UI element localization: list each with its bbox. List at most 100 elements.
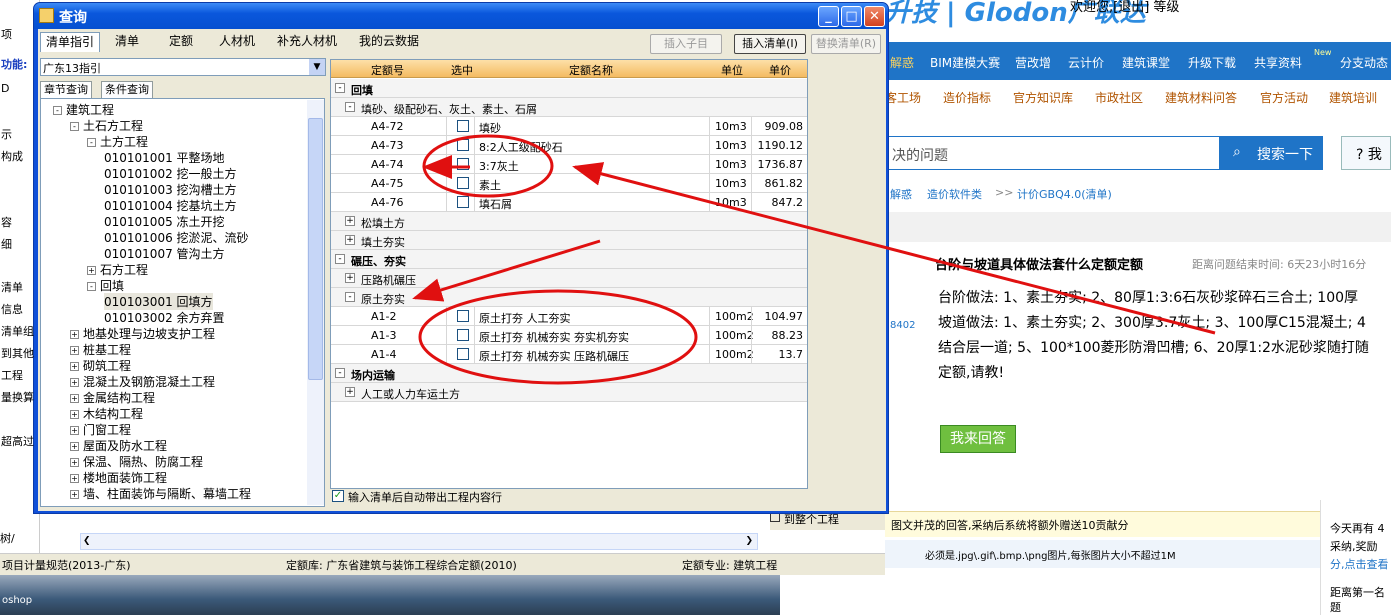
grid-row[interactable]: + 压路机碾压 xyxy=(331,269,807,288)
maximize-button[interactable]: □ xyxy=(841,6,862,27)
tree-node[interactable]: 010101004 挖基坑土方 xyxy=(104,197,237,214)
minimize-button[interactable]: _ xyxy=(818,6,839,27)
expand-icon[interactable]: + xyxy=(345,235,355,245)
grid-row[interactable]: + 松填土方 xyxy=(331,212,807,231)
tree-node[interactable]: + 砌筑工程 xyxy=(70,357,131,374)
grid-row[interactable]: - 碾压、夯实 xyxy=(331,250,807,269)
grid-row[interactable]: A4-72 填砂 10m3 909.08 xyxy=(331,117,807,136)
search-button[interactable]: ⌕ 搜索一下 xyxy=(1219,136,1323,170)
select-checkbox[interactable] xyxy=(457,177,469,189)
collapse-icon[interactable]: - xyxy=(335,368,345,378)
select-checkbox[interactable] xyxy=(457,196,469,208)
subnav-item[interactable]: 官方活动 xyxy=(1260,89,1308,106)
insert-child-button[interactable]: 插入子目 xyxy=(650,34,722,54)
grid-row[interactable]: A4-75 素土 10m3 861.82 xyxy=(331,174,807,193)
grid-row[interactable]: A1-3 原土打夯 机械夯实 夯实机夯实 100m2 88.23 xyxy=(331,326,807,345)
tab-list-guide[interactable]: 清单指引 xyxy=(40,32,101,52)
subnav-item[interactable]: 市政社区 xyxy=(1095,89,1143,106)
select-checkbox[interactable] xyxy=(457,348,469,360)
grid-row[interactable]: A4-73 8:2人工级配砂石 10m3 1190.12 xyxy=(331,136,807,155)
collapse-icon[interactable]: - xyxy=(345,292,355,302)
expand-icon[interactable]: + xyxy=(70,394,79,403)
tree-node[interactable]: + 金属结构工程 xyxy=(70,389,155,406)
select-checkbox[interactable] xyxy=(457,310,469,322)
grid-row[interactable]: - 场内运输 xyxy=(331,364,807,383)
tab-quota[interactable]: 定额 xyxy=(164,32,198,52)
collapse-icon[interactable]: - xyxy=(87,282,96,291)
tree-tab-label[interactable]: 树/ xyxy=(0,530,15,546)
tree-node[interactable]: - 回填 xyxy=(87,277,124,294)
tree-node[interactable]: + 保温、隔热、防腐工程 xyxy=(70,453,203,470)
grid-row[interactable]: A4-74 3:7灰土 10m3 1736.87 xyxy=(331,155,807,174)
tree-node[interactable]: + 屋面及防水工程 xyxy=(70,437,167,454)
guide-select[interactable]: 广东13指引 ▼ xyxy=(40,58,326,76)
tree-node[interactable]: 010103002 余方弃置 xyxy=(104,309,225,326)
nav-item[interactable]: 升级下载 xyxy=(1188,54,1236,71)
close-button[interactable]: ✕ xyxy=(864,6,885,27)
tree-node[interactable]: - 土方工程 xyxy=(87,133,148,150)
expand-icon[interactable]: + xyxy=(70,330,79,339)
grid-row[interactable]: - 原土夯实 xyxy=(331,288,807,307)
ask-button[interactable]: ? 我 xyxy=(1341,136,1391,170)
nav-item[interactable]: 解惑 xyxy=(890,54,914,71)
breadcrumb-item[interactable]: 解惑 xyxy=(890,186,912,202)
expand-icon[interactable]: + xyxy=(70,378,79,387)
tree-node[interactable]: 010101003 挖沟槽土方 xyxy=(104,181,237,198)
tree-node[interactable]: 010101006 挖淤泥、流砂 xyxy=(104,229,249,246)
tree-node[interactable]: + 门窗工程 xyxy=(70,421,131,438)
expand-icon[interactable]: + xyxy=(345,273,355,283)
expand-icon[interactable]: + xyxy=(70,442,79,451)
grid-row[interactable]: A4-76 填石屑 10m3 847.2 xyxy=(331,193,807,212)
dialog-title-bar[interactable]: 查询 _ □ ✕ xyxy=(34,3,888,29)
tree-node[interactable]: + 石方工程 xyxy=(87,261,148,278)
collapse-icon[interactable]: - xyxy=(87,138,96,147)
collapse-icon[interactable]: - xyxy=(345,102,355,112)
tab-supplementary[interactable]: 补充人材机 xyxy=(272,32,342,52)
expand-icon[interactable]: + xyxy=(70,458,79,467)
tab-list[interactable]: 清单 xyxy=(110,32,144,52)
tree-node[interactable]: + 木结构工程 xyxy=(70,405,143,422)
tree-scrollbar[interactable] xyxy=(307,100,324,505)
tree-node[interactable]: + 墙、柱面装饰与隔断、幕墙工程 xyxy=(70,485,251,502)
expand-icon[interactable]: + xyxy=(70,362,79,371)
expand-icon[interactable]: + xyxy=(87,266,96,275)
tree-node[interactable]: - 土石方工程 xyxy=(70,117,143,134)
nav-item[interactable]: 分支动态 xyxy=(1340,54,1388,71)
select-checkbox[interactable] xyxy=(457,158,469,170)
tree-node[interactable]: 010101002 挖一般土方 xyxy=(104,165,237,182)
subnav-item[interactable]: 造价指标 xyxy=(943,89,991,106)
nav-item[interactable]: 营改增 xyxy=(1015,54,1051,71)
grid-row[interactable]: A1-4 原土打夯 机械夯实 压路机碾压 100m2 13.7 xyxy=(331,345,807,364)
tree-node[interactable]: 010101001 平整场地 xyxy=(104,149,225,166)
tab-cloud-data[interactable]: 我的云数据 xyxy=(354,32,424,52)
insert-list-button[interactable]: 插入清单(I) xyxy=(734,34,806,54)
subnav-item[interactable]: 建筑培训 xyxy=(1329,89,1377,106)
search-input[interactable]: 决的问题 xyxy=(885,136,1219,170)
tree-node[interactable]: 010101007 管沟土方 xyxy=(104,245,225,262)
expand-icon[interactable]: + xyxy=(70,474,79,483)
tab-chapter-query[interactable]: 章节查询 xyxy=(40,81,92,98)
select-checkbox[interactable] xyxy=(457,120,469,132)
chevron-down-icon[interactable]: ▼ xyxy=(309,59,325,75)
background-horizontal-scrollbar[interactable]: ❮ ❯ xyxy=(80,533,758,550)
expand-icon[interactable]: + xyxy=(70,346,79,355)
auto-content-option[interactable]: ✓ 输入清单后自动带出工程内容行 xyxy=(332,489,502,505)
tree-node[interactable]: + 楼地面装饰工程 xyxy=(70,469,167,486)
tab-condition-query[interactable]: 条件查询 xyxy=(101,81,153,98)
tree-node[interactable]: 010103001 回填方 xyxy=(104,293,213,310)
tree-node[interactable]: + 地基处理与边坡支护工程 xyxy=(70,325,215,342)
grid-row[interactable]: - 回填 xyxy=(331,79,807,98)
nav-item[interactable]: 云计价 xyxy=(1068,54,1104,71)
subnav-item[interactable]: 官方知识库 xyxy=(1013,89,1073,106)
grid-row[interactable]: A1-2 原土打夯 人工夯实 100m2 104.97 xyxy=(331,307,807,326)
collapse-icon[interactable]: - xyxy=(53,106,62,115)
nav-item[interactable]: 共享资料 xyxy=(1254,54,1302,71)
answer-button[interactable]: 我来回答 xyxy=(940,425,1016,453)
grid-row[interactable]: - 填砂、级配砂石、灰土、素土、石屑 xyxy=(331,98,807,117)
grid-row[interactable]: + 人工或人力车运土方 xyxy=(331,383,807,402)
expand-icon[interactable]: + xyxy=(70,410,79,419)
tree-node[interactable]: 010101005 冻土开挖 xyxy=(104,213,225,230)
breadcrumb-item[interactable]: 造价软件类 xyxy=(927,186,982,202)
collapse-icon[interactable]: - xyxy=(70,122,79,131)
tab-labor-material[interactable]: 人材机 xyxy=(214,32,260,52)
